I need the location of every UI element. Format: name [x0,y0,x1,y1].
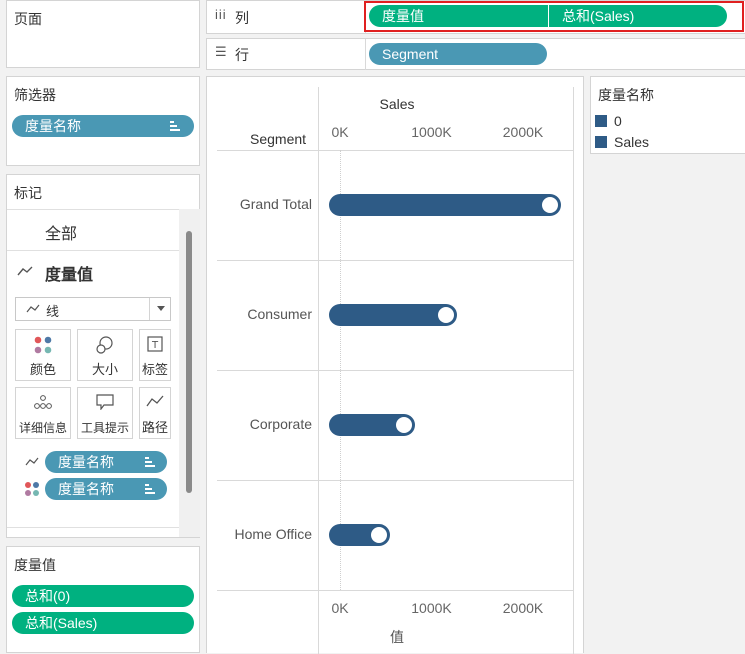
line-mark-icon [25,457,39,466]
marks-card-title: 标记 [14,185,42,201]
svg-text:T: T [151,340,159,351]
sort-icon [145,457,155,467]
line-mark-icon [17,266,33,276]
legend-item-label: Sales [614,134,650,150]
header-bottom-line [217,150,573,151]
size-button[interactable]: 大小 [77,329,133,381]
size-circles-icon [96,336,113,354]
measure-values-shelf[interactable]: 度量值 总和(0) 总和(Sales) [6,546,200,653]
plot-area: 0K 0K 1000K 1000K 2000K 2000K Grand Total Consu… [207,77,583,654]
label-button[interactable]: T 标签 [139,329,171,381]
detail-button-label: 详细信息 [18,421,67,435]
chart-view: Sales Segment 0K 0K 1000K 1000K 2000K 2000K Gr… [206,76,584,654]
legend-card: 度量名称 0 Sales [590,76,745,154]
line-mark-icon [26,304,40,313]
path-button[interactable]: 路径 [139,387,171,439]
row-label: Home Office [234,526,312,542]
legend-title: 度量名称 [598,87,654,103]
marks-measure-values-label: 度量值 [45,267,94,284]
row-label: Corporate [249,416,312,432]
measure-pill-label: 总和(Sales) [25,615,98,631]
path-button-label: 路径 [141,420,168,435]
row-divider [217,260,573,261]
filter-pill-label: 度量名称 [25,118,81,134]
tooltip-button[interactable]: 工具提示 [77,387,133,439]
pages-shelf-title: 页面 [14,11,42,27]
rows-pill-segment[interactable]: Segment [369,43,547,65]
legend-item-label: 0 [614,113,622,129]
rows-shelf-label: 行 [235,47,249,63]
pane-right-line [573,87,574,654]
bottom-axis-tick-label: 0K [331,600,349,616]
legend-swatch [595,136,607,148]
color-button[interactable]: 颜色 [15,329,71,381]
marks-scrollbar-track[interactable] [179,209,200,537]
row-label: Grand Total [239,196,312,212]
mark-type-dropdown[interactable]: 线 [15,297,171,321]
text-label-icon: T [147,336,163,352]
columns-icon: iii [215,7,227,22]
top-axis-tick-label: 1000K [411,124,452,140]
tooltip-button-label: 工具提示 [80,421,129,435]
footer-top-line [217,590,573,591]
marks-pill-label: 度量名称 [58,481,114,497]
measure-pill-sum-sales[interactable]: 总和(Sales) [12,612,194,634]
columns-pill-measure-values[interactable]: 度量值 [369,5,549,27]
pages-shelf[interactable]: 页面 [6,0,200,68]
tooltip-bubble-icon [96,394,114,410]
color-dots-icon [25,482,39,496]
columns-shelf[interactable]: iii 列 度量值 总和(Sales) [206,0,745,34]
color-button-label: 颜色 [29,362,56,377]
top-axis-tick-label: 0K [331,124,349,140]
bar-sales[interactable] [329,194,562,216]
bottom-axis-tick-label: 1000K [411,600,452,616]
detail-button[interactable]: 详细信息 [15,387,71,439]
marks-color-pill-measure-names[interactable]: 度量名称 [45,478,167,500]
marks-pill-label: 度量名称 [58,454,114,470]
bar-end-dot [438,307,455,323]
bottom-axis-title: 值 [390,629,404,645]
detail-dots-icon [34,395,52,409]
measure-values-shelf-title: 度量值 [14,557,56,573]
sort-icon [170,121,180,131]
filters-shelf-title: 筛选器 [14,87,56,103]
rows-pill-label: Segment [382,46,439,62]
chevron-down-icon [157,306,165,311]
rows-shelf[interactable]: ☰ 行 Segment [206,38,745,70]
columns-pill-label: 总和(Sales) [562,8,635,24]
marks-card: 标记 全部 度量值 线 颜色 大小 T 标签 详细信息 工具提示 路径 度量名称… [6,174,200,538]
legend-swatch [595,115,607,127]
filter-pill-measure-names[interactable]: 度量名称 [12,115,194,137]
columns-pill-sum-sales[interactable]: 总和(Sales) [549,5,727,27]
marks-all-label: 全部 [45,226,78,243]
bottom-axis-tick-label: 2000K [502,600,544,616]
row-label: Consumer [247,306,312,322]
row-divider [217,370,573,371]
columns-shelf-label: 列 [235,10,249,26]
marks-measure-values-tab[interactable]: 度量值 [7,251,179,291]
columns-pill-label: 度量值 [382,8,424,24]
marks-path-pill-measure-names[interactable]: 度量名称 [45,451,167,473]
color-dots-icon [34,336,52,354]
top-axis-tick-label: 2000K [502,124,544,140]
measure-pill-label: 总和(0) [25,588,71,604]
marks-scrollbar-thumb[interactable] [186,231,192,493]
path-line-icon [146,395,164,407]
row-divider [217,480,573,481]
filters-shelf[interactable]: 筛选器 度量名称 [6,76,200,166]
rows-icon: ☰ [215,44,227,59]
marks-all-tab[interactable]: 全部 [7,210,179,250]
measure-pill-sum-0[interactable]: 总和(0) [12,585,194,607]
bar-end-dot [396,417,413,433]
label-button-label: 标签 [141,362,168,377]
sort-icon [145,484,155,494]
size-button-label: 大小 [91,362,118,377]
mark-type-value: 线 [46,304,60,319]
